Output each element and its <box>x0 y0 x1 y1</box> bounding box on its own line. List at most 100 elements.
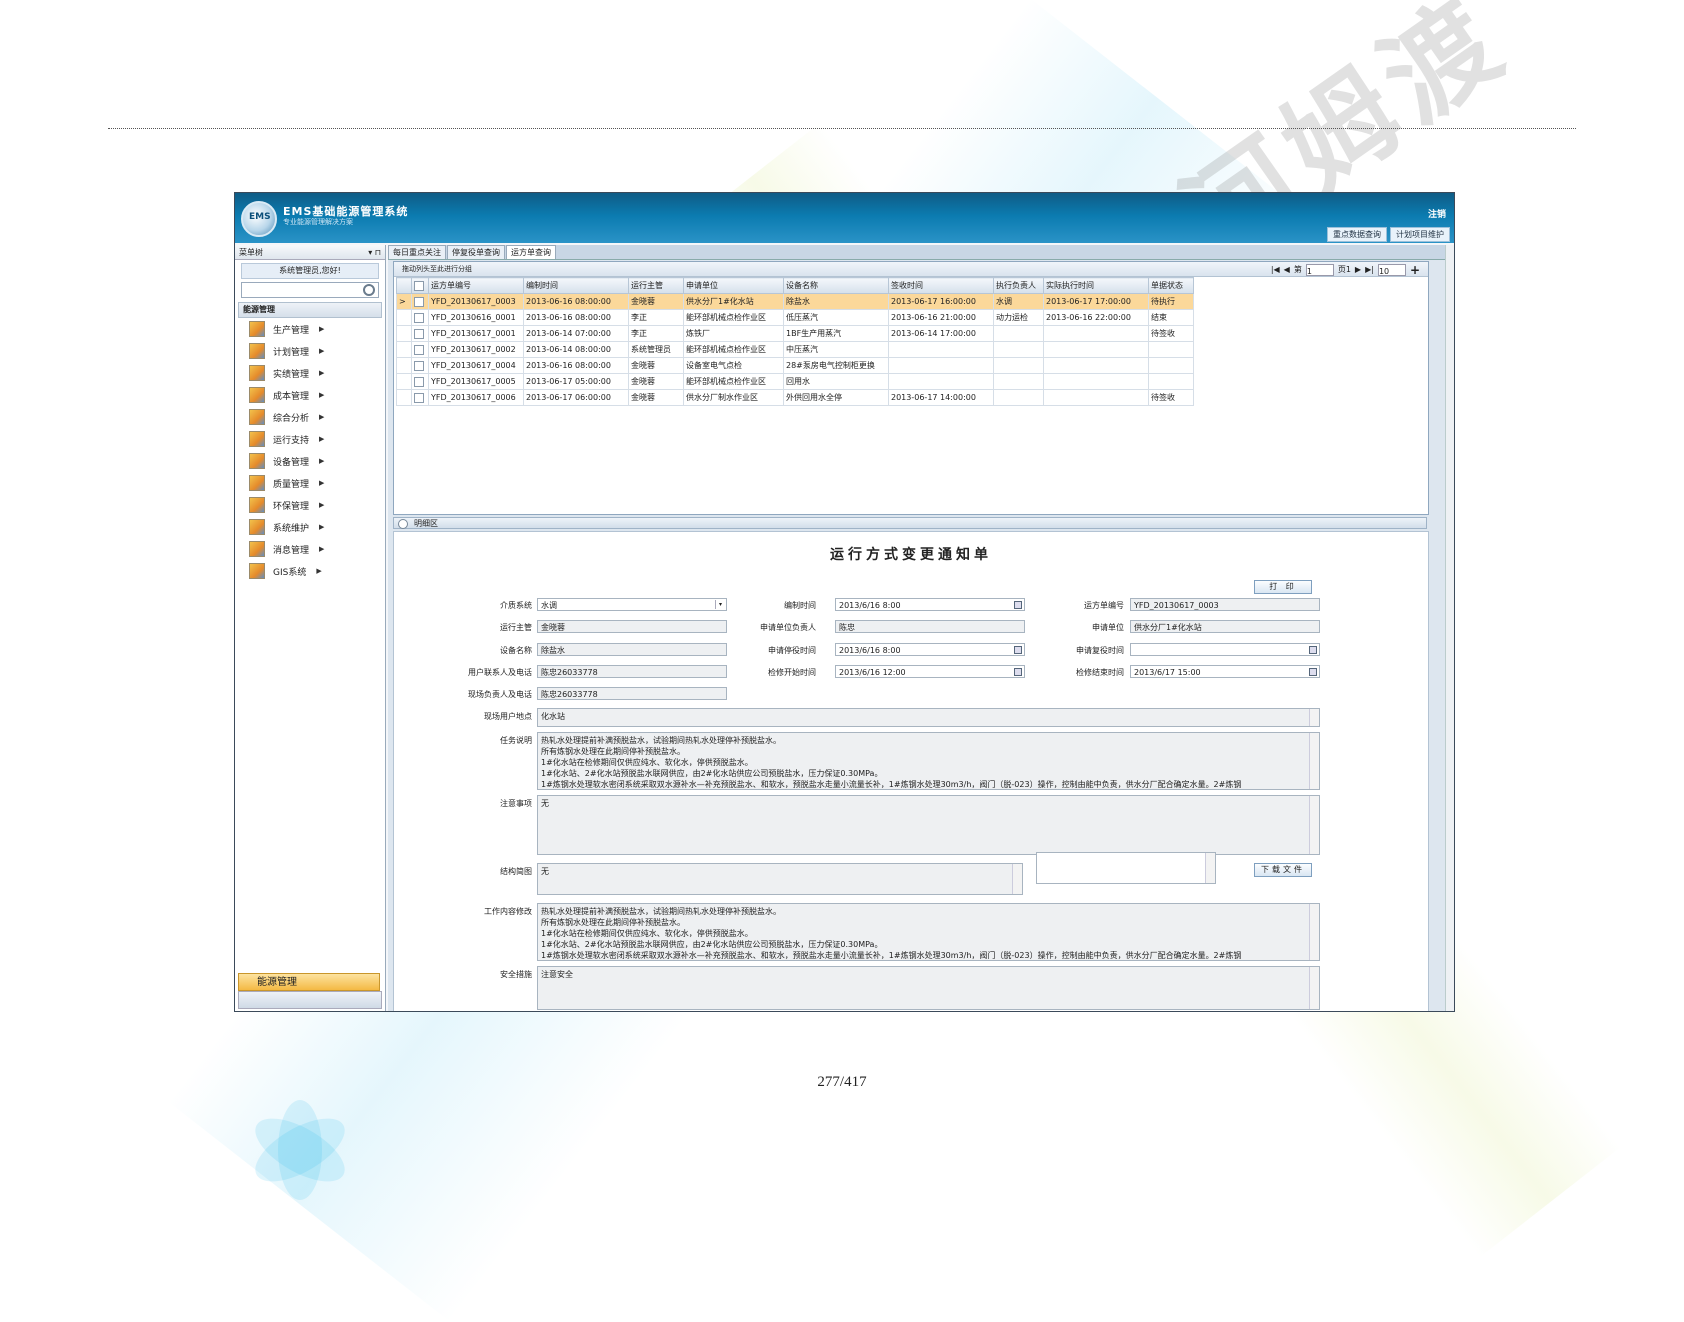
table-cell[interactable]: 低压蒸汽 <box>783 309 889 326</box>
table-cell[interactable]: YFD_20130617_0002 <box>428 341 524 358</box>
table-cell[interactable] <box>993 357 1044 374</box>
menu-search-input[interactable] <box>241 282 379 298</box>
chevron-down-icon[interactable]: ▾ <box>715 600 725 609</box>
col-header[interactable]: 编制时间 <box>523 277 629 294</box>
table-row[interactable]: YFD_20130616_0001 2013-06-16 08:00:00 李正… <box>396 309 1194 326</box>
table-cell[interactable] <box>888 357 994 374</box>
table-cell[interactable]: 金晓蓉 <box>628 357 684 374</box>
table-cell[interactable]: 2013-06-17 16:00:00 <box>888 293 994 310</box>
table-cell[interactable] <box>1043 389 1149 406</box>
row-checkbox-cell[interactable] <box>411 389 429 406</box>
table-cell[interactable]: YFD_20130617_0004 <box>428 357 524 374</box>
sidebar-item-operation-support[interactable]: 运行支持 ▶ <box>235 428 385 450</box>
table-cell[interactable]: YFD_20130617_0001 <box>428 325 524 342</box>
table-row[interactable]: YFD_20130617_0002 2013-06-14 08:00:00 系统… <box>396 341 1194 358</box>
table-cell[interactable]: 2013-06-16 08:00:00 <box>523 309 629 326</box>
table-cell[interactable]: YFD_20130617_0003 <box>428 293 524 310</box>
table-cell[interactable]: 1BF生产用蒸汽 <box>783 325 889 342</box>
table-cell[interactable] <box>1043 357 1149 374</box>
sidebar-bottom-energy[interactable]: 能源管理 <box>238 973 380 991</box>
sidebar-pin-icon[interactable]: ▾ ⊓ <box>368 248 381 257</box>
logout-link[interactable]: 注销 <box>1428 207 1446 220</box>
table-cell[interactable]: 回用水 <box>783 373 889 390</box>
table-cell[interactable] <box>1043 341 1149 358</box>
sidebar-item-performance[interactable]: 实绩管理 ▶ <box>235 362 385 384</box>
site-contact-field[interactable]: 陈忠26033778 <box>537 687 727 700</box>
scrollbar[interactable] <box>1309 967 1319 1009</box>
select-all-header[interactable] <box>411 277 429 294</box>
scrollbar[interactable] <box>1309 796 1319 854</box>
repair-start-field[interactable]: 2013/6/16 12:00 <box>835 665 1025 678</box>
table-cell[interactable]: 2013-06-16 08:00:00 <box>523 293 629 310</box>
table-cell[interactable] <box>993 341 1044 358</box>
search-icon[interactable] <box>363 284 375 296</box>
sidebar-item-cost[interactable]: 成本管理 ▶ <box>235 384 385 406</box>
calendar-icon[interactable] <box>1014 646 1022 654</box>
compile-time-field[interactable]: 2013/6/16 8:00 <box>835 598 1025 611</box>
table-cell[interactable]: YFD_20130616_0001 <box>428 309 524 326</box>
repair-end-field[interactable]: 2013/6/17 15:00 <box>1130 665 1320 678</box>
top-link-key-data[interactable]: 重点数据查询 <box>1327 227 1387 242</box>
supervisor-field[interactable]: 金晓蓉 <box>537 620 727 633</box>
table-cell[interactable]: 李正 <box>628 325 684 342</box>
table-cell[interactable] <box>888 373 994 390</box>
row-checkbox-cell[interactable] <box>411 309 429 326</box>
equipment-field[interactable]: 除盐水 <box>537 643 727 656</box>
scrollbar[interactable] <box>1012 864 1022 894</box>
structure-diagram-field[interactable]: 无 <box>537 863 1023 895</box>
page-size-select[interactable]: 10 <box>1377 264 1406 276</box>
table-cell[interactable]: 2013-06-17 14:00:00 <box>888 389 994 406</box>
table-row[interactable]: YFD_20130617_0005 2013-06-17 05:00:00 金晓… <box>396 373 1194 390</box>
sidebar-section-title[interactable]: 能源管理 <box>238 302 382 318</box>
table-cell[interactable]: YFD_20130617_0005 <box>428 373 524 390</box>
table-cell[interactable]: 2013-06-14 17:00:00 <box>888 325 994 342</box>
table-cell[interactable]: 金晓蓉 <box>628 389 684 406</box>
detail-section-bar[interactable]: 明细区 <box>393 517 1427 529</box>
table-cell[interactable]: 李正 <box>628 309 684 326</box>
checkbox[interactable] <box>414 280 424 291</box>
sidebar-item-analysis[interactable]: 综合分析 ▶ <box>235 406 385 428</box>
table-cell[interactable]: 能环部机械点检作业区 <box>683 373 784 390</box>
checkbox[interactable] <box>414 376 424 387</box>
row-checkbox-cell[interactable] <box>411 373 429 390</box>
tab-daily-focus[interactable]: 每日重点关注 <box>388 245 446 259</box>
col-header[interactable]: 运行主管 <box>628 277 684 294</box>
col-header[interactable]: 申请单位 <box>683 277 784 294</box>
tab-order-query[interactable]: 运方单查询 <box>506 245 556 259</box>
col-header[interactable]: 设备名称 <box>783 277 889 294</box>
safety-field[interactable]: 注意安全 <box>537 966 1320 1010</box>
medium-system-select[interactable]: 水调 ▾ <box>537 598 727 611</box>
collapse-icon[interactable] <box>398 519 408 529</box>
table-cell[interactable]: 外供回用水全停 <box>783 389 889 406</box>
col-header[interactable]: 运方单编号 <box>428 277 524 294</box>
table-row[interactable]: YFD_20130617_0001 2013-06-14 07:00:00 李正… <box>396 325 1194 342</box>
table-row[interactable]: > YFD_20130617_0003 2013-06-16 08:00:00 … <box>396 293 1194 310</box>
row-checkbox-cell[interactable] <box>411 341 429 358</box>
sidebar-item-equipment[interactable]: 设备管理 ▶ <box>235 450 385 472</box>
sidebar-item-gis[interactable]: GIS系统 ▶ <box>235 560 385 582</box>
top-link-plan-project[interactable]: 计划项目维护 <box>1390 227 1450 242</box>
apply-unit-head-field[interactable]: 陈忠 <box>835 620 1025 633</box>
print-button[interactable]: 打 印 <box>1254 580 1312 594</box>
table-cell[interactable] <box>1148 357 1194 374</box>
scrollbar[interactable] <box>1309 904 1319 960</box>
table-cell[interactable]: YFD_20130617_0006 <box>428 389 524 406</box>
task-desc-field[interactable]: 热轧水处理提前补满预脱盐水，试验期间热轧水处理停补预脱盐水。 所有炼钢水处理在此… <box>537 732 1320 790</box>
table-cell[interactable]: 金晓蓉 <box>628 293 684 310</box>
download-file-button[interactable]: 下载文件 <box>1254 863 1312 877</box>
sidebar-item-message[interactable]: 消息管理 ▶ <box>235 538 385 560</box>
table-cell[interactable]: 待签收 <box>1148 389 1194 406</box>
work-change-field[interactable]: 热轧水处理提前补满预脱盐水，试验期间热轧水处理停补预脱盐水。 所有炼钢水处理在此… <box>537 903 1320 961</box>
add-icon[interactable]: + <box>1410 264 1420 276</box>
table-cell[interactable] <box>993 325 1044 342</box>
row-checkbox-cell[interactable] <box>411 357 429 374</box>
table-cell[interactable]: 28#泵房电气控制柜更换 <box>783 357 889 374</box>
calendar-icon[interactable] <box>1309 646 1317 654</box>
apply-resume-time-field[interactable] <box>1130 643 1320 656</box>
table-row[interactable]: YFD_20130617_0004 2013-06-16 08:00:00 金晓… <box>396 357 1194 374</box>
table-cell[interactable]: 水调 <box>993 293 1044 310</box>
calendar-icon[interactable] <box>1014 601 1022 609</box>
apply-stop-time-field[interactable]: 2013/6/16 8:00 <box>835 643 1025 656</box>
table-cell[interactable]: 2013-06-14 07:00:00 <box>523 325 629 342</box>
table-cell[interactable]: 待签收 <box>1148 325 1194 342</box>
